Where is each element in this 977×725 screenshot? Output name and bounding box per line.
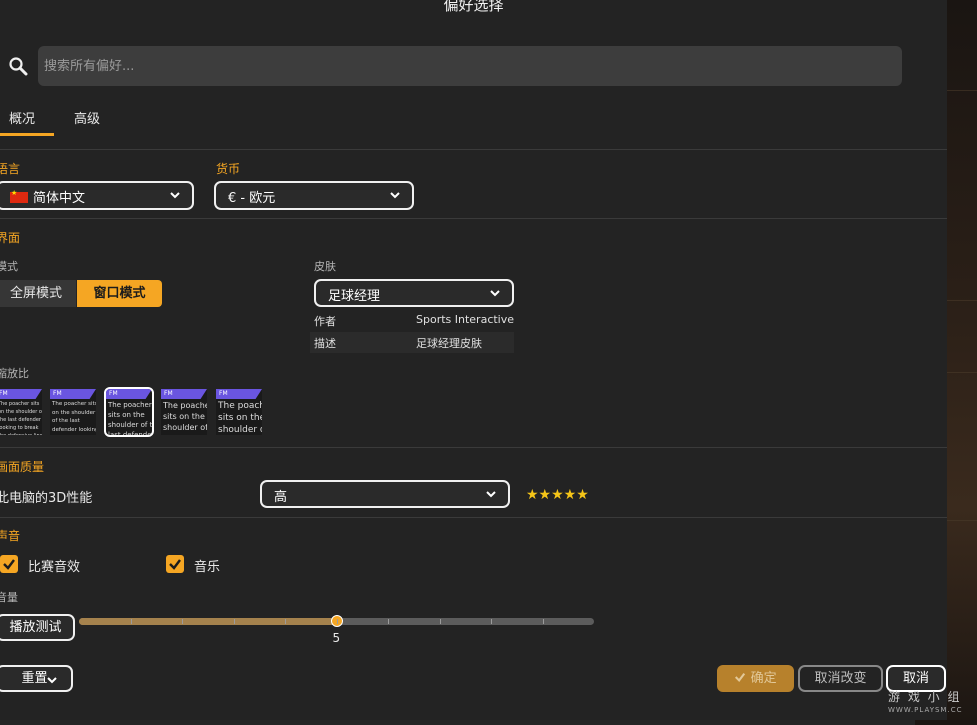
scale-option[interactable]: FM The poacher sits on the shoulder of t…: [216, 389, 262, 435]
volume-tick: [439, 619, 441, 624]
play-test-button[interactable]: 播放测试: [0, 614, 75, 641]
language-label: 语言: [0, 162, 21, 176]
scale-option[interactable]: FM The poacher sits on the shoulder of t…: [50, 389, 96, 435]
divider: [0, 218, 947, 219]
divider: [0, 517, 947, 518]
search-icon: [9, 57, 28, 76]
currency-label: 货币: [216, 162, 241, 176]
currency-dropdown[interactable]: € - 欧元: [214, 181, 414, 210]
chevron-down-icon: [490, 290, 500, 297]
sound-title: 声音: [0, 529, 21, 543]
scale-option[interactable]: FM The poacher sits on the shoulder of t…: [0, 389, 42, 435]
skin-description-row: 描述 足球经理皮肤: [310, 332, 514, 353]
skin-dropdown[interactable]: 足球经理: [314, 279, 514, 307]
watermark: 游 戏 小 组: [888, 690, 962, 704]
skin-label: 皮肤: [314, 260, 336, 273]
search-field[interactable]: [38, 46, 902, 86]
music-checkbox[interactable]: [166, 555, 184, 573]
volume-tick: [542, 619, 544, 624]
fullscreen-mode-button[interactable]: 全屏模式: [0, 280, 76, 307]
language-value: 简体中文: [33, 191, 86, 206]
volume-slider[interactable]: [79, 615, 594, 627]
preferences-dialog: 偏好选择 概况 高级 语言 货币 简体中文 € - 欧元 界面 模式 皮肤 全屏…: [0, 0, 947, 720]
divider: [0, 447, 947, 448]
mode-label: 模式: [0, 260, 18, 273]
match-sound-checkbox[interactable]: [0, 555, 18, 573]
volume-tick: [182, 619, 183, 624]
scale-option-selected[interactable]: FM The poacher sits on the shoulder of t…: [104, 387, 154, 437]
3d-performance-dropdown[interactable]: 高: [260, 480, 510, 508]
active-tab-indicator: [0, 133, 54, 136]
windowed-mode-button[interactable]: 窗口模式: [77, 280, 162, 307]
check-icon: [735, 672, 746, 682]
tab-overview[interactable]: 概况: [9, 108, 35, 127]
interface-title: 界面: [0, 231, 21, 245]
volume-slider-fill: [79, 618, 337, 625]
tab-advanced[interactable]: 高级: [74, 108, 100, 127]
volume-tick: [233, 619, 235, 624]
volume-value: 5: [332, 631, 341, 645]
chevron-down-icon: [390, 192, 400, 199]
skin-author-row: 作者 Sports Interactive: [314, 313, 515, 328]
volume-tick: [388, 619, 389, 624]
performance-stars-icon: ★★★★★: [526, 487, 589, 503]
quality-title: 画面质量: [0, 460, 45, 474]
volume-label: 音量: [0, 591, 18, 604]
dialog-title: 偏好选择: [443, 0, 504, 14]
volume-tick: [336, 619, 338, 624]
cancel-changes-button[interactable]: 取消改变: [798, 665, 883, 692]
skin-value: 足球经理: [328, 289, 381, 304]
search-input[interactable]: [38, 46, 902, 86]
chevron-down-icon: [170, 192, 180, 199]
check-icon: [169, 559, 181, 570]
chevron-down-icon: [47, 677, 57, 684]
scale-label: 缩放比: [0, 367, 29, 380]
reset-dropdown[interactable]: 重置: [0, 665, 73, 692]
confirm-button[interactable]: 确定: [717, 665, 794, 692]
chevron-down-icon: [486, 491, 496, 498]
volume-tick: [130, 619, 132, 624]
language-dropdown[interactable]: 简体中文: [0, 181, 194, 210]
volume-tick: [285, 619, 286, 624]
watermark-url: WWW.PLAYSM.CC: [888, 706, 963, 714]
3d-performance-label: 此电脑的3D性能: [0, 491, 93, 506]
divider: [0, 149, 947, 150]
music-label: 音乐: [194, 560, 221, 575]
3d-performance-value: 高: [274, 490, 288, 505]
currency-value: € - 欧元: [228, 191, 276, 206]
china-flag-icon: [10, 189, 28, 203]
check-icon: [3, 559, 15, 570]
match-sound-label: 比赛音效: [28, 560, 81, 575]
scale-option[interactable]: FM The poacher sits on the shoulder of t…: [161, 389, 207, 435]
volume-tick: [491, 619, 492, 624]
